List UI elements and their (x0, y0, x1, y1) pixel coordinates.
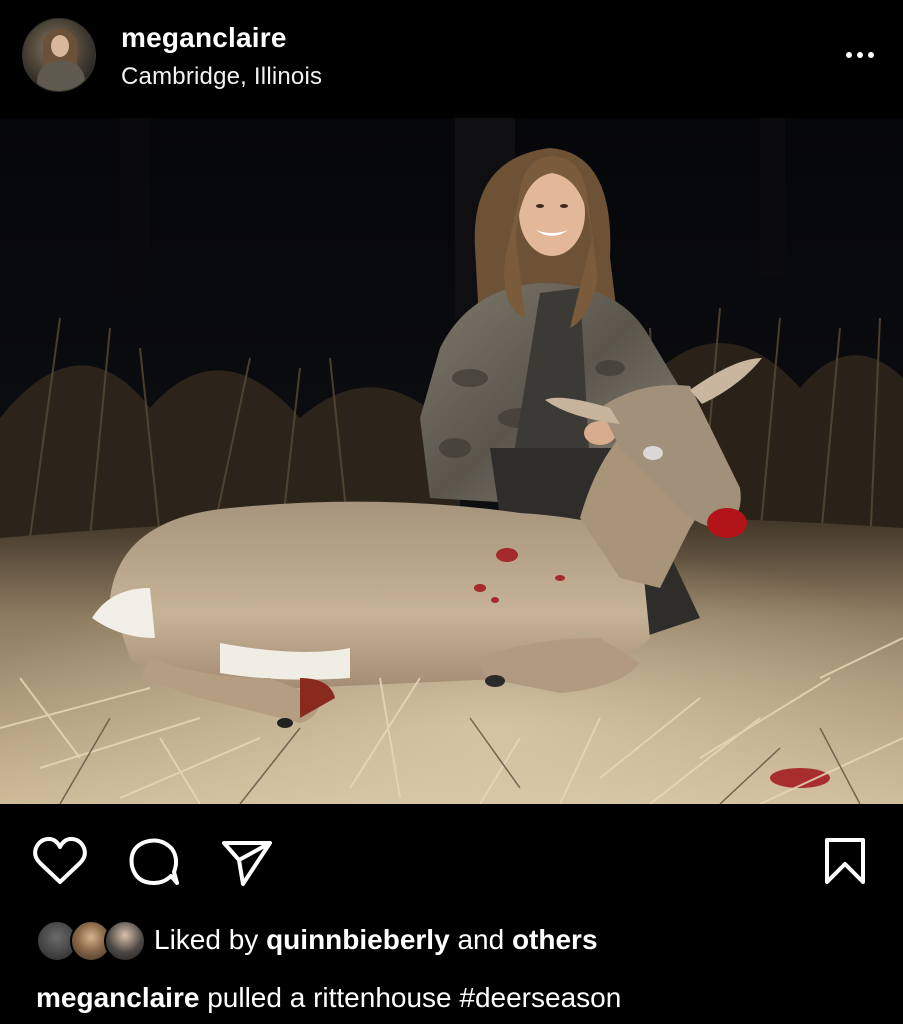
bookmark-icon[interactable] (822, 836, 868, 886)
photo-illustration (0, 118, 903, 804)
more-dot (857, 52, 863, 58)
send-icon[interactable] (220, 838, 274, 888)
caption-username[interactable]: meganclaire (36, 982, 199, 1013)
post-header: meganclaire Cambridge, Illinois (0, 0, 903, 118)
caption-text: pulled a rittenhouse #deerseason (207, 982, 622, 1013)
post-action-bar (0, 818, 903, 908)
post-username[interactable]: meganclaire (121, 22, 287, 54)
liked-by-others[interactable]: others (512, 924, 598, 955)
avatar-body (37, 61, 85, 91)
post-caption: meganclaire pulled a rittenhouse #deerse… (36, 982, 621, 1014)
profile-avatar[interactable] (22, 18, 96, 92)
liker-avatar[interactable] (104, 920, 146, 962)
post-photo[interactable] (0, 118, 903, 804)
avatar-face (51, 35, 69, 57)
liked-by-and: and (457, 924, 505, 955)
heart-icon[interactable] (32, 836, 88, 886)
liker-avatars[interactable] (36, 920, 146, 962)
liked-by-user[interactable]: quinnbieberly (266, 924, 450, 955)
more-dot (868, 52, 874, 58)
instagram-post: meganclaire Cambridge, Illinois Liked by… (0, 0, 903, 1024)
likes-row: Liked by quinnbieberly and others (36, 916, 896, 964)
comment-icon[interactable] (127, 836, 181, 888)
more-options-icon[interactable] (836, 40, 884, 70)
liked-by-prefix: Liked by (154, 924, 259, 955)
more-dot (846, 52, 852, 58)
post-location[interactable]: Cambridge, Illinois (121, 63, 322, 91)
liked-by-text: Liked by quinnbieberly and others (154, 924, 598, 956)
